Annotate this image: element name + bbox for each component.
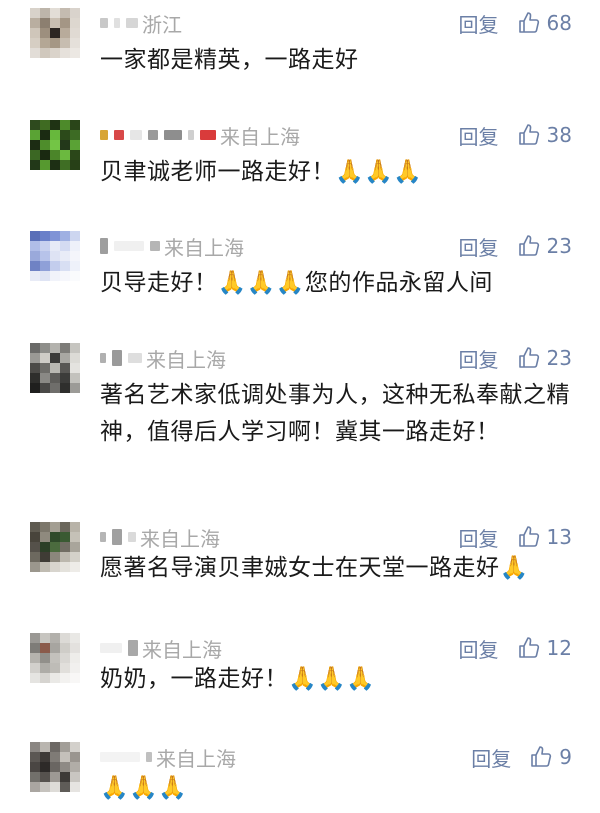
- location-label: 来自上海: [156, 746, 236, 771]
- comment-actions: 回复 13: [459, 522, 572, 552]
- reply-button[interactable]: 回复: [459, 9, 499, 38]
- location-label: 浙江: [142, 12, 182, 37]
- reply-button[interactable]: 回复: [471, 743, 511, 772]
- comment-meta: 来自上海: [100, 742, 236, 772]
- comment-meta: 来自上海: [100, 522, 220, 552]
- nickname-blurred: [100, 752, 152, 762]
- avatar[interactable]: [30, 8, 80, 58]
- comment-actions: 回复 68: [459, 8, 572, 38]
- comment-meta: 来自上海: [100, 633, 222, 663]
- avatar[interactable]: [30, 522, 80, 572]
- location-label: 来自上海: [140, 526, 220, 551]
- like-button[interactable]: 12: [517, 636, 572, 660]
- avatar[interactable]: [30, 633, 80, 683]
- comment-actions: 回复 38: [459, 120, 572, 150]
- reply-button[interactable]: 回复: [459, 121, 499, 150]
- like-button[interactable]: 13: [517, 525, 572, 549]
- comment-meta: 来自上海: [100, 120, 300, 150]
- nickname-blurred: [100, 130, 216, 140]
- like-count: 23: [546, 234, 572, 258]
- comment-meta: 浙江: [100, 8, 182, 38]
- avatar[interactable]: [30, 343, 80, 393]
- location-label: 来自上海: [220, 124, 300, 149]
- like-count: 9: [559, 745, 572, 769]
- like-button[interactable]: 9: [529, 745, 572, 769]
- comment-text: 著名艺术家低调处事为人，这种无私奉献之精神，值得后人学习啊！冀其一路走好！: [100, 382, 570, 445]
- reply-button[interactable]: 回复: [459, 344, 499, 373]
- avatar[interactable]: [30, 120, 80, 170]
- like-button[interactable]: 23: [517, 234, 572, 258]
- comment-text: 贝导走好！🙏🙏🙏您的作品永留人间: [100, 270, 493, 296]
- comment-actions: 回复 9: [471, 742, 572, 772]
- comment-actions: 回复 23: [459, 231, 572, 261]
- nickname-blurred: [100, 529, 136, 545]
- thumbs-up-icon: [518, 526, 539, 547]
- nickname-blurred: [100, 238, 160, 254]
- like-count: 12: [546, 636, 572, 660]
- comment-meta: 来自上海: [100, 343, 226, 373]
- avatar[interactable]: [30, 231, 80, 281]
- comment-text: 一家都是精英，一路走好: [100, 47, 359, 73]
- like-count: 68: [546, 11, 572, 35]
- reply-button[interactable]: 回复: [459, 523, 499, 552]
- thumbs-up-icon: [518, 637, 539, 658]
- comment-text: 奶奶，一路走好！🙏🙏🙏: [100, 666, 376, 692]
- thumbs-up-icon: [518, 124, 539, 145]
- like-button[interactable]: 38: [517, 123, 572, 147]
- thumbs-up-icon: [518, 347, 539, 368]
- comment-actions: 回复 12: [459, 633, 572, 663]
- comment-text: 🙏🙏🙏: [100, 775, 188, 801]
- nickname-blurred: [100, 18, 138, 28]
- comment-actions: 回复 23: [459, 343, 572, 373]
- location-label: 来自上海: [146, 347, 226, 372]
- location-label: 来自上海: [142, 637, 222, 662]
- nickname-blurred: [100, 640, 138, 656]
- location-label: 来自上海: [164, 235, 244, 260]
- comment-meta: 来自上海: [100, 231, 244, 261]
- reply-button[interactable]: 回复: [459, 232, 499, 261]
- like-count: 13: [546, 525, 572, 549]
- thumbs-up-icon: [518, 12, 539, 33]
- like-button[interactable]: 68: [517, 11, 572, 35]
- like-count: 38: [546, 123, 572, 147]
- comment-text: 愿著名导演贝聿娀女士在天堂一路走好🙏: [100, 555, 529, 581]
- nickname-blurred: [100, 350, 142, 366]
- thumbs-up-icon: [531, 746, 552, 767]
- like-count: 23: [546, 346, 572, 370]
- comment-text: 贝聿诚老师一路走好！🙏🙏🙏: [100, 159, 423, 185]
- avatar[interactable]: [30, 742, 80, 792]
- thumbs-up-icon: [518, 235, 539, 256]
- reply-button[interactable]: 回复: [459, 634, 499, 663]
- like-button[interactable]: 23: [517, 346, 572, 370]
